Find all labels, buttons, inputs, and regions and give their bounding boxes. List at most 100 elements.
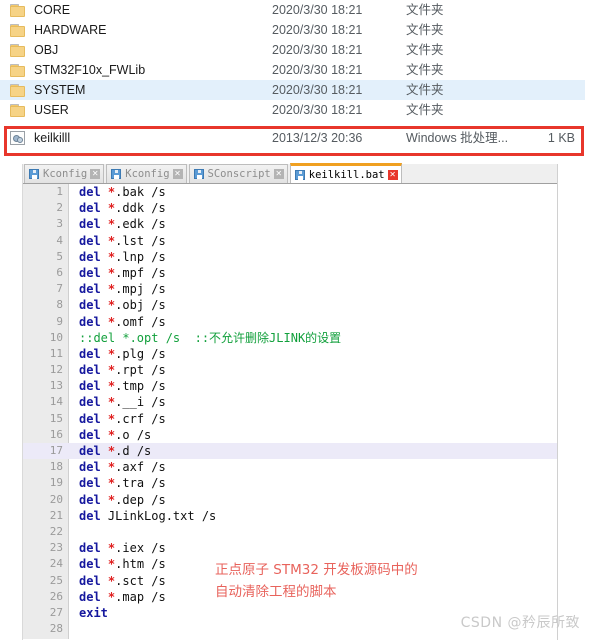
line-number: 7 bbox=[56, 282, 63, 296]
code-line: 12 del *.rpt /s bbox=[23, 362, 557, 378]
code-line: 7 del *.mpj /s bbox=[23, 281, 557, 297]
tab-keilkill-bat[interactable]: keilkill.bat ✕ bbox=[289, 163, 402, 183]
line-text: del *.d /s bbox=[79, 443, 151, 459]
file-type: Windows 批处理... bbox=[406, 131, 509, 145]
plain-token: .ddk /s bbox=[115, 201, 166, 216]
watermark: CSDN @矜辰所致 bbox=[460, 615, 580, 631]
tab-close-icon[interactable]: ✕ bbox=[172, 169, 183, 179]
plain-token: .mpf /s bbox=[115, 265, 166, 280]
keyword-token: del bbox=[79, 557, 101, 572]
file-row-system[interactable]: SYSTEM 2020/3/30 18:21 文件夹 bbox=[0, 80, 585, 100]
line-text: del *.lst /s bbox=[79, 233, 166, 249]
plain-token: .edk /s bbox=[115, 217, 166, 232]
line-text: del *.mpj /s bbox=[79, 281, 166, 297]
file-date: 2020/3/30 18:21 bbox=[272, 43, 363, 57]
code-line: 8 del *.obj /s bbox=[23, 297, 557, 313]
plain-token: .crf /s bbox=[115, 411, 166, 426]
line-number: 9 bbox=[56, 314, 63, 328]
line-text: del *.axf /s bbox=[79, 459, 166, 475]
line-text: del *.crf /s bbox=[79, 411, 166, 427]
tab-sconscript[interactable]: SConscript ✕ bbox=[188, 164, 288, 183]
line-number: 27 bbox=[49, 605, 63, 619]
tab-close-icon[interactable]: ✕ bbox=[273, 169, 284, 179]
plain-token: .sct /s bbox=[115, 573, 166, 588]
file-date: 2013/12/3 20:36 bbox=[272, 131, 363, 145]
plain-token: .mpj /s bbox=[115, 282, 166, 297]
folder-icon bbox=[10, 23, 25, 37]
keyword-token: del bbox=[79, 233, 101, 248]
save-file-icon bbox=[29, 169, 39, 179]
code-line: 16 del *.o /s bbox=[23, 427, 557, 443]
code-line: 3 del *.edk /s bbox=[23, 216, 557, 232]
file-type: 文件夹 bbox=[406, 103, 444, 117]
tab-close-icon[interactable]: ✕ bbox=[387, 169, 398, 180]
file-row-user[interactable]: USER 2020/3/30 18:21 文件夹 bbox=[0, 100, 592, 120]
wildcard-token: * bbox=[100, 411, 116, 426]
plain-token: .lnp /s bbox=[115, 249, 166, 264]
file-name: STM32F10x_FWLib bbox=[34, 63, 146, 77]
save-file-icon bbox=[294, 169, 305, 180]
line-text: ::del *.opt /s ::不允许删除JLINK的设置 bbox=[79, 330, 341, 346]
tab-label: SConscript bbox=[207, 168, 271, 180]
line-text: del *.tmp /s bbox=[79, 378, 166, 394]
plain-token: JLinkLog.txt /s bbox=[100, 508, 217, 523]
code-line: 15 del *.crf /s bbox=[23, 411, 557, 427]
wildcard-token: * bbox=[100, 363, 116, 378]
wildcard-token: * bbox=[100, 557, 116, 572]
line-number: 19 bbox=[49, 476, 63, 490]
code-line: 20 del *.dep /s bbox=[23, 492, 557, 508]
keyword-token: del bbox=[79, 508, 101, 523]
folder-icon bbox=[10, 63, 25, 77]
keyword-token: exit bbox=[79, 605, 108, 620]
tab-kconfig-2[interactable]: Kconfig ✕ bbox=[106, 164, 187, 183]
line-number: 23 bbox=[49, 541, 63, 555]
file-name: USER bbox=[34, 103, 69, 117]
folder-icon bbox=[10, 103, 25, 117]
file-date: 2020/3/30 18:21 bbox=[272, 103, 363, 117]
code-area[interactable]: 1 del *.bak /s 2 del *.ddk /s 3 del *.edk /s 4… bbox=[23, 184, 557, 639]
keyword-token: del bbox=[79, 282, 101, 297]
file-name: CORE bbox=[34, 3, 71, 17]
code-line: 13 del *.tmp /s bbox=[23, 378, 557, 394]
line-text: del *.tra /s bbox=[79, 475, 166, 491]
keyword-token: del bbox=[79, 492, 101, 507]
code-line: 21 del JLinkLog.txt /s bbox=[23, 508, 557, 524]
line-number: 20 bbox=[49, 492, 63, 506]
file-row-core[interactable]: CORE 2020/3/30 18:21 文件夹 bbox=[0, 0, 592, 20]
file-size: 1 KB bbox=[547, 131, 575, 145]
line-text: del *.omf /s bbox=[79, 314, 166, 330]
wildcard-token: * bbox=[100, 249, 116, 264]
line-number: 5 bbox=[56, 249, 63, 263]
tab-close-icon[interactable]: ✕ bbox=[90, 169, 101, 179]
line-number: 6 bbox=[56, 265, 63, 279]
comment-token: ::del *.opt /s ::不允许删除JLINK的设置 bbox=[79, 330, 342, 345]
wildcard-token: * bbox=[100, 589, 116, 604]
line-number: 12 bbox=[49, 363, 63, 377]
file-date: 2020/3/30 18:21 bbox=[272, 23, 363, 37]
line-text: del *.bak /s bbox=[79, 184, 166, 200]
wildcard-token: * bbox=[100, 379, 116, 394]
plain-token: .__i /s bbox=[115, 395, 166, 410]
tab-kconfig-1[interactable]: Kconfig ✕ bbox=[24, 164, 105, 183]
line-text: del *.iex /s bbox=[79, 540, 166, 556]
file-row-obj[interactable]: OBJ 2020/3/30 18:21 文件夹 bbox=[0, 40, 592, 60]
file-row-stm32f10x-fwlib[interactable]: STM32F10x_FWLib 2020/3/30 18:21 文件夹 bbox=[0, 60, 592, 80]
file-explorer-list: CORE 2020/3/30 18:21 文件夹 HARDWARE 2020/3… bbox=[0, 0, 592, 158]
plain-token: .o /s bbox=[115, 427, 152, 442]
line-number: 2 bbox=[56, 201, 63, 215]
folder-icon bbox=[10, 3, 25, 17]
file-type: 文件夹 bbox=[406, 63, 444, 77]
keyword-token: del bbox=[79, 427, 101, 442]
keyword-token: del bbox=[79, 185, 101, 199]
plain-token: .d /s bbox=[115, 444, 152, 458]
file-row-keilkilll[interactable]: keilkilll 2013/12/3 20:36 Windows 批处理...… bbox=[0, 128, 592, 148]
folder-icon bbox=[10, 83, 25, 97]
line-text: del *.htm /s bbox=[79, 556, 166, 572]
line-number: 18 bbox=[49, 460, 63, 474]
code-line: 18 del *.axf /s bbox=[23, 459, 557, 475]
code-line: 2 del *.ddk /s bbox=[23, 200, 557, 216]
keyword-token: del bbox=[79, 363, 101, 378]
line-number: 21 bbox=[49, 508, 63, 522]
plain-token: .axf /s bbox=[115, 460, 166, 475]
file-row-hardware[interactable]: HARDWARE 2020/3/30 18:21 文件夹 bbox=[0, 20, 592, 40]
